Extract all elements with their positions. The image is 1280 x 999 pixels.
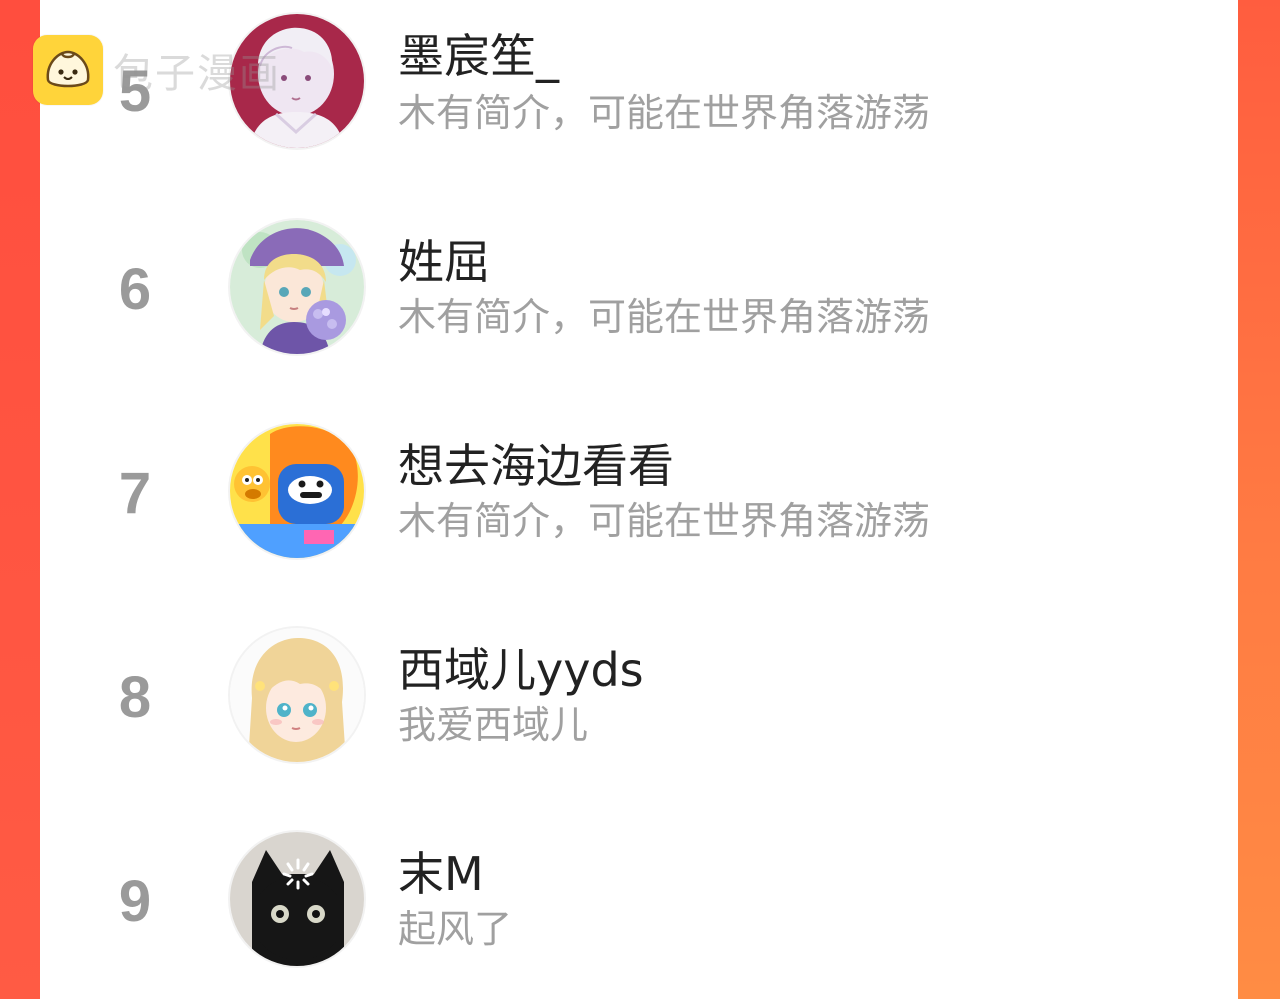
list-item[interactable]: 8 西域儿yyds 我爱西域儿 (40, 612, 1238, 816)
left-frame-border (0, 0, 40, 999)
bun-mascot-icon (33, 35, 103, 105)
user-bio: 起风了 (398, 907, 513, 951)
user-bio: 木有简介，可能在世界角落游荡 (398, 499, 931, 543)
user-bio: 木有简介，可能在世界角落游荡 (398, 91, 931, 135)
user-name[interactable]: 西域儿yyds (398, 634, 644, 700)
avatar-black-cat-icon[interactable] (230, 832, 364, 966)
list-item[interactable]: 7 想去海边看看 木有简介，可能在世界角落游荡 (40, 408, 1238, 612)
right-frame-border (1238, 0, 1280, 999)
watermark: 包子漫画 (33, 35, 281, 105)
avatar-anime-girl-flowers-icon[interactable] (230, 220, 364, 354)
list-item[interactable]: 6 姓屈 木有简介，可能在世界角落游荡 (40, 204, 1238, 408)
user-name[interactable]: 想去海边看看 (398, 430, 674, 496)
user-name[interactable]: 墨宸笙_ (398, 20, 559, 86)
avatar-cartoon-characters-icon[interactable] (230, 424, 364, 558)
user-bio: 木有简介，可能在世界角落游荡 (398, 295, 931, 339)
user-bio: 我爱西域儿 (398, 703, 589, 747)
rank-number: 9 (118, 869, 152, 934)
rank-number: 7 (118, 461, 152, 526)
list-item[interactable]: 9 末M 起风了 (40, 816, 1238, 999)
rank-number: 6 (118, 257, 152, 322)
user-name[interactable]: 姓屈 (398, 226, 490, 292)
avatar-anime-blonde-girl-icon[interactable] (230, 628, 364, 762)
watermark-text: 包子漫画 (113, 51, 281, 97)
rank-number: 8 (118, 665, 152, 730)
user-name[interactable]: 末M (398, 838, 484, 904)
